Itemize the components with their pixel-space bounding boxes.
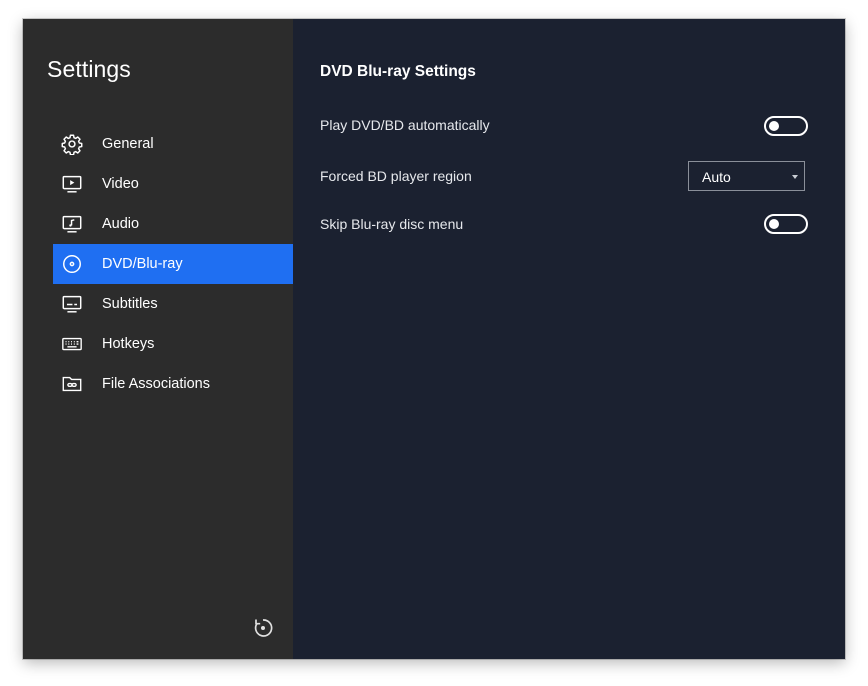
settings-window: Settings General Video Audio DVD/Blu-ray… <box>23 19 845 659</box>
skip-menu-toggle[interactable] <box>764 214 808 234</box>
reset-icon <box>254 619 273 637</box>
chevron-down-icon <box>792 175 798 179</box>
subtitles-icon <box>61 293 83 315</box>
disc-icon <box>61 253 83 275</box>
gear-icon <box>61 133 83 155</box>
sidebar-item-label: Hotkeys <box>102 336 155 352</box>
page-title: DVD Blu-ray Settings <box>320 63 476 80</box>
sidebar-item-label: General <box>102 136 154 152</box>
video-icon <box>61 173 83 195</box>
sidebar-item-dvd-bluray[interactable]: DVD/Blu-ray <box>53 244 293 284</box>
audio-icon <box>61 213 83 235</box>
sidebar-item-file-associations[interactable]: File Associations <box>53 364 293 404</box>
sidebar-item-label: DVD/Blu-ray <box>102 256 183 272</box>
sidebar-item-label: Audio <box>102 216 140 232</box>
sidebar-title: Settings <box>47 56 131 82</box>
sidebar-item-video[interactable]: Video <box>53 164 293 204</box>
sidebar-item-audio[interactable]: Audio <box>53 204 293 244</box>
sidebar-item-general[interactable]: General <box>53 124 293 164</box>
folder-link-icon <box>61 373 83 395</box>
skip-menu-label: Skip Blu-ray disc menu <box>320 216 464 232</box>
toggle-knob <box>769 219 779 229</box>
forced-region-select[interactable]: Auto <box>688 161 805 191</box>
sidebar-item-subtitles[interactable]: Subtitles <box>53 284 293 324</box>
sidebar-item-label: File Associations <box>102 376 210 392</box>
keyboard-icon <box>61 333 83 355</box>
play-auto-toggle[interactable] <box>764 116 808 136</box>
reset-defaults-button[interactable] <box>251 616 275 640</box>
select-value: Auto <box>702 169 731 185</box>
forced-region-label: Forced BD player region <box>320 168 472 184</box>
settings-nav: General Video Audio DVD/Blu-ray Subtitle… <box>53 124 293 404</box>
toggle-knob <box>769 121 779 131</box>
sidebar-item-label: Subtitles <box>102 296 158 312</box>
sidebar: Settings General Video Audio DVD/Blu-ray… <box>23 19 293 659</box>
sidebar-item-label: Video <box>102 176 139 192</box>
settings-content: DVD Blu-ray Settings Play DVD/BD automat… <box>293 19 845 659</box>
play-auto-label: Play DVD/BD automatically <box>320 117 490 133</box>
sidebar-item-hotkeys[interactable]: Hotkeys <box>53 324 293 364</box>
